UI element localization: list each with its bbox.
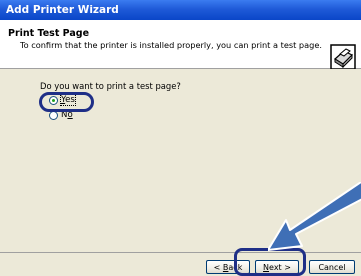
printer-icon [330,44,356,70]
question-label: Do you want to print a test page? [40,81,181,91]
title-bar: Add Printer Wizard [0,0,361,20]
yes-callout-outline [39,92,94,112]
page-subtitle: To confirm that the printer is installed… [20,40,322,50]
window-title: Add Printer Wizard [6,4,119,16]
cancel-button[interactable]: Cancel [309,260,355,274]
wizard-header: Print Test Page To confirm that the prin… [0,20,361,70]
pointer-arrow-icon [268,182,361,251]
page-title: Print Test Page [8,28,90,39]
